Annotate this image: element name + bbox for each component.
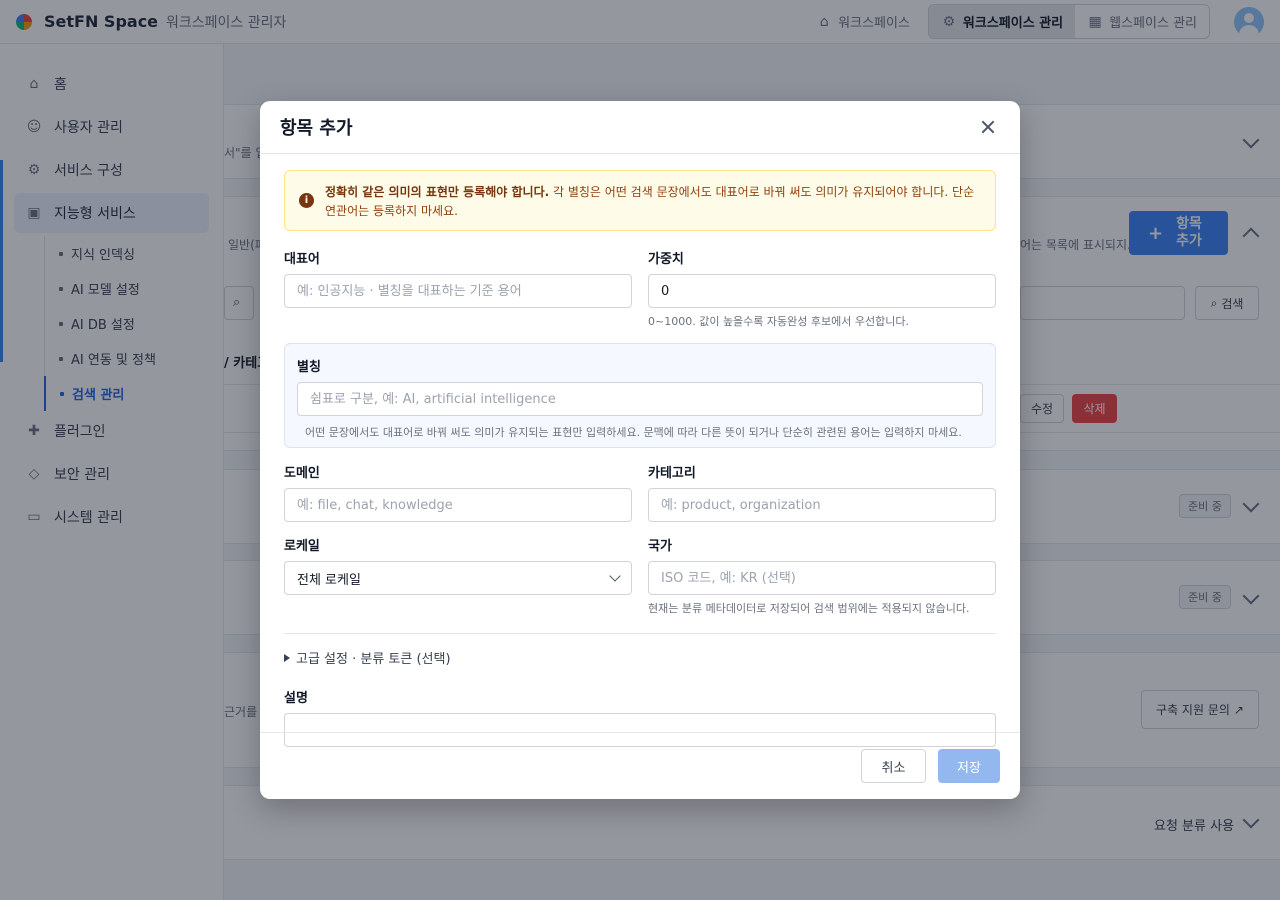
add-item-modal: 항목 추가 i 정확히 같은 의미의 표현만 등록해야 합니다. 각 별칭은 어… xyxy=(260,101,1020,799)
field-representative: 대표어 xyxy=(284,248,632,329)
chevron-down-icon xyxy=(609,570,621,582)
alias-label: 별칭 xyxy=(297,360,321,375)
advanced-settings-toggle[interactable]: 고급 설정 · 분류 토큰 (선택) xyxy=(284,648,996,667)
field-domain: 도메인 xyxy=(284,462,632,522)
domain-label: 도메인 xyxy=(284,466,320,481)
category-label: 카테고리 xyxy=(648,466,696,481)
modal-body: i 정확히 같은 의미의 표현만 등록해야 합니다. 각 별칭은 어떤 검색 문… xyxy=(284,170,996,747)
triangle-right-icon xyxy=(284,653,290,662)
alias-hint: 어떤 문장에서도 대표어로 바꿔 써도 의미가 유지되는 표현만 입력하세요. … xyxy=(305,426,962,439)
locale-select[interactable]: 전체 로케일 xyxy=(284,561,632,595)
field-country: 국가 현재는 분류 메타데이터로 저장되어 검색 범위에는 적용되지 않습니다. xyxy=(648,535,996,616)
warning-banner: i 정확히 같은 의미의 표현만 등록해야 합니다. 각 별칭은 어떤 검색 문… xyxy=(284,170,996,231)
locale-label: 로케일 xyxy=(284,539,320,554)
save-button[interactable]: 저장 xyxy=(938,749,1000,783)
domain-input[interactable] xyxy=(284,488,632,522)
modal-footer: 취소 저장 xyxy=(260,732,1020,799)
advanced-settings-label: 고급 설정 · 분류 토큰 (선택) xyxy=(296,652,451,667)
field-weight: 가중치 0~1000. 값이 높을수록 자동완성 후보에서 우선합니다. xyxy=(648,248,996,329)
weight-input[interactable] xyxy=(648,274,996,308)
rep-label: 대표어 xyxy=(284,252,320,267)
modal-header: 항목 추가 xyxy=(260,101,1020,154)
field-locale: 로케일 전체 로케일 xyxy=(284,535,632,616)
warning-bold-text: 정확히 같은 의미의 표현만 등록해야 합니다. xyxy=(325,185,550,199)
locale-selected-value: 전체 로케일 xyxy=(297,572,361,588)
description-label: 설명 xyxy=(284,691,308,706)
row-rep-weight: 대표어 가중치 0~1000. 값이 높을수록 자동완성 후보에서 우선합니다. xyxy=(284,248,996,329)
country-input[interactable] xyxy=(648,561,996,595)
country-label: 국가 xyxy=(648,539,672,554)
country-hint: 현재는 분류 메타데이터로 저장되어 검색 범위에는 적용되지 않습니다. xyxy=(648,602,970,615)
row-domain-category: 도메인 카테고리 xyxy=(284,462,996,522)
field-category: 카테고리 xyxy=(648,462,996,522)
close-icon[interactable] xyxy=(976,115,1000,139)
representative-input[interactable] xyxy=(284,274,632,308)
category-input[interactable] xyxy=(648,488,996,522)
info-icon: i xyxy=(299,193,314,208)
alias-input[interactable] xyxy=(297,382,983,416)
weight-hint: 0~1000. 값이 높을수록 자동완성 후보에서 우선합니다. xyxy=(648,315,909,328)
divider xyxy=(284,633,996,634)
row-locale-country: 로케일 전체 로케일 국가 현재는 분류 메타데이터로 저장되어 검색 범위에는… xyxy=(284,535,996,616)
cancel-button[interactable]: 취소 xyxy=(861,749,926,783)
modal-title: 항목 추가 xyxy=(280,118,353,139)
alias-section: 별칭 어떤 문장에서도 대표어로 바꿔 써도 의미가 유지되는 표현만 입력하세… xyxy=(284,343,996,448)
weight-label: 가중치 xyxy=(648,252,684,267)
